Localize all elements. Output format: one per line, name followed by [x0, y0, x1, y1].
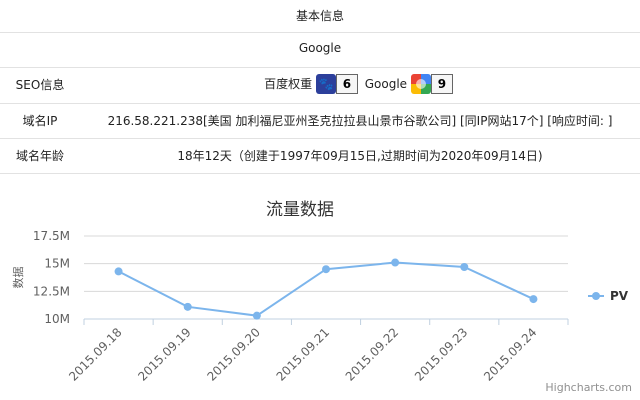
google-pr-badge[interactable]: 9: [410, 74, 453, 94]
data-point: [322, 265, 330, 274]
x-tick-label: 2015.09.23: [412, 325, 470, 383]
baidu-paw-icon: 🐾: [315, 74, 336, 94]
data-point: [391, 258, 400, 267]
legend-marker: [592, 292, 600, 300]
x-tick-label: 2015.09.20: [204, 325, 262, 383]
y-tick-label: 10M: [44, 312, 70, 326]
traffic-chart: 流量数据数据10M12.5M15M17.5M2015.09.18 2015.09.…: [11, 200, 629, 384]
baidu-weight-badge[interactable]: 🐾 6: [315, 74, 358, 94]
google-pr-label: Google: [364, 77, 408, 91]
data-point: [529, 295, 538, 304]
highcharts-credit[interactable]: Highcharts.com: [545, 381, 632, 394]
domain-age-row: 域名年龄 18年12天（创建于1997年09月15日,过期时间为2020年09月…: [0, 138, 640, 174]
baidu-weight-value: 6: [335, 74, 358, 94]
site-name-row: Google: [0, 32, 640, 68]
seo-values: 百度权重 🐾 6 Google 9: [80, 74, 640, 94]
x-tick-label: 2015.09.19: [135, 325, 193, 383]
x-tick-label: 2015.09.22: [343, 325, 401, 383]
y-tick-label: 12.5M: [33, 284, 70, 298]
seo-label: SEO信息: [15, 78, 65, 92]
info-header-row: 基本信息: [0, 0, 640, 33]
chart-title: 流量数据: [266, 200, 334, 220]
google-pr-value: 9: [430, 74, 453, 94]
x-tick-label: 2015.09.24: [481, 325, 539, 383]
domain-ip-row: 域名IP 216.58.221.238[美国 加利福尼亚州圣克拉拉县山景市谷歌公…: [0, 103, 640, 139]
data-point: [183, 302, 192, 311]
data-point: [252, 311, 261, 320]
data-point: [460, 262, 469, 271]
y-tick-label: 15M: [44, 257, 70, 271]
domain-ip-label: 域名IP: [22, 114, 58, 128]
site-name: Google: [298, 41, 342, 55]
legend-label: PV: [610, 289, 629, 303]
baidu-weight-label: 百度权重: [264, 77, 313, 91]
domain-ip-value: 216.58.221.238[美国 加利福尼亚州圣克拉拉县山景市谷歌公司] [同…: [107, 114, 613, 128]
info-header: 基本信息: [295, 9, 344, 23]
domain-age-label: 域名年龄: [15, 149, 64, 163]
seo-row: SEO信息 百度权重 🐾 6 Google 9: [0, 67, 640, 104]
x-tick-label: 2015.09.18: [66, 325, 124, 383]
x-tick-label: 2015.09.21: [274, 325, 332, 383]
data-point: [114, 267, 123, 276]
domain-age-value: 18年12天（创建于1997年09月15日,过期时间为2020年09月14日): [177, 149, 543, 163]
y-axis-label: 数据: [11, 267, 25, 289]
y-tick-label: 17.5M: [33, 229, 70, 243]
google-logo-icon: [410, 74, 431, 94]
